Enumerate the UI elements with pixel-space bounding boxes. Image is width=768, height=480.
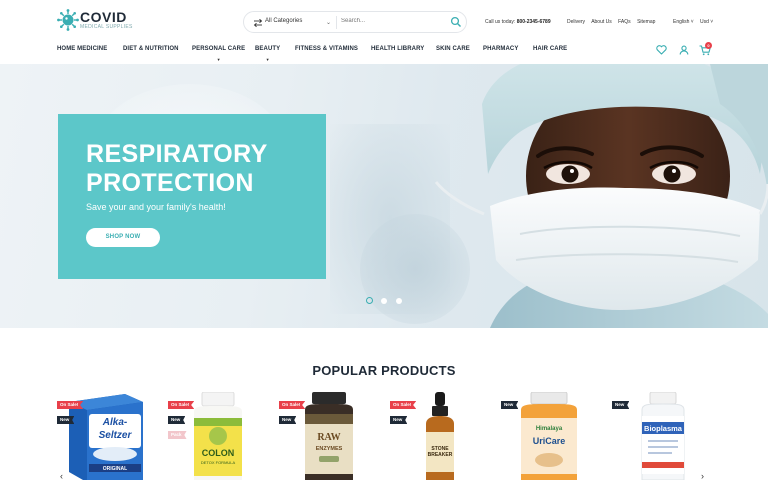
product-label-line: BREAKER: [428, 452, 453, 458]
product-label-line: COLON: [202, 448, 235, 458]
product-card[interactable]: Himalaya UriCare New: [501, 392, 591, 480]
logo[interactable]: COVID MEDICAL SUPPLIES: [57, 8, 137, 32]
product-label-line: ENZYMES: [316, 446, 343, 452]
product-image: Himalaya UriCare: [521, 392, 577, 480]
language-select[interactable]: English ˅: [673, 19, 694, 25]
product-label-line: Bioplasma: [644, 424, 683, 433]
nav-label: FITNESS & VITAMINS: [295, 46, 359, 52]
nav-personal-care[interactable]: PERSONAL CARE ▼: [192, 46, 246, 62]
badge-new: New: [501, 401, 519, 409]
virus-logo-icon: [57, 9, 79, 31]
product-card[interactable]: RAW ENZYMES On Sale! New: [279, 392, 369, 480]
slider-pagination: [366, 297, 406, 305]
top-links: Delivery About Us FAQs Sitemap: [567, 19, 660, 25]
nav-fitness-vitamins[interactable]: FITNESS & VITAMINS: [295, 46, 358, 52]
product-card[interactable]: STONE BREAKER On Sale! New: [390, 392, 480, 480]
search-divider: [336, 16, 337, 29]
slider-dot[interactable]: [366, 297, 373, 304]
top-link-about[interactable]: About Us: [591, 19, 612, 25]
product-label-line: Alka-: [102, 417, 128, 428]
cart-count-badge: 0: [705, 42, 712, 49]
nav-label: DIET & NUTRITION: [123, 46, 179, 52]
section-title: POPULAR PRODUCTS: [312, 363, 456, 378]
badge-on-sale: On Sale!: [390, 401, 417, 409]
currency-select[interactable]: Usd ˅: [700, 19, 713, 25]
call-number[interactable]: 800-2345-6789: [517, 19, 551, 25]
nav-beauty[interactable]: BEAUTY ▼: [255, 46, 281, 62]
product-label-line: ORIGINAL: [103, 466, 127, 472]
logo-title: COVID: [80, 9, 127, 25]
product-image: Bioplasma: [641, 392, 685, 480]
product-image: STONE BREAKER: [426, 392, 454, 480]
top-link-delivery[interactable]: Delivery: [567, 19, 585, 25]
product-label-line: DETOX FORMULA: [201, 460, 236, 465]
product-card[interactable]: COLON DETOX FORMULA On Sale! New Pack: [168, 392, 258, 480]
caret-down-icon: ▼: [265, 57, 270, 62]
nav-diet-nutrition[interactable]: DIET & NUTRITION: [123, 46, 179, 52]
chevron-down-icon: ˅: [710, 19, 714, 25]
badge-new: New: [168, 416, 186, 424]
header: COVID MEDICAL SUPPLIES All Categories ⌄ …: [0, 0, 768, 40]
hero-title: RESPIRATORY PROTECTION: [86, 140, 268, 198]
badge-new: New: [390, 416, 408, 424]
slider-dot[interactable]: [381, 298, 387, 304]
nav-health-library[interactable]: HEALTH LIBRARY: [371, 46, 424, 52]
category-select[interactable]: All Categories: [265, 18, 302, 24]
caret-down-icon: ▼: [216, 57, 221, 62]
hero-title-line: RESPIRATORY: [86, 140, 268, 168]
chevron-down-icon: ˅: [690, 19, 694, 25]
top-link-faqs[interactable]: FAQs: [618, 19, 631, 25]
nav-label: HEALTH LIBRARY: [371, 46, 425, 52]
top-link-sitemap[interactable]: Sitemap: [637, 19, 655, 25]
search-bar: All Categories ⌄: [243, 11, 467, 33]
product-label-line: Seltzer: [99, 430, 133, 441]
carousel-prev-icon[interactable]: ‹: [60, 472, 68, 480]
badge-pack: Pack: [168, 431, 187, 439]
nav-hair-care[interactable]: HAIR CARE: [533, 46, 567, 52]
search-icon[interactable]: [450, 16, 462, 28]
slider-dot[interactable]: [396, 298, 402, 304]
user-icon[interactable]: [679, 45, 689, 55]
currency-value: Usd: [700, 19, 709, 25]
swap-icon: [253, 18, 263, 28]
search-input[interactable]: [341, 18, 441, 24]
chevron-down-icon: ⌄: [326, 20, 332, 26]
page: COVID MEDICAL SUPPLIES All Categories ⌄ …: [0, 0, 768, 480]
heart-icon[interactable]: [656, 45, 667, 55]
badge-on-sale: On Sale!: [57, 401, 84, 409]
badge-new: New: [612, 401, 630, 409]
nav-label: HAIR CARE: [533, 46, 568, 52]
hero-promo-panel: RESPIRATORY PROTECTION Save your and you…: [58, 114, 326, 279]
nav-label: BEAUTY: [255, 46, 281, 52]
nav-label: SKIN CARE: [436, 46, 470, 52]
hero-slider: RESPIRATORY PROTECTION Save your and you…: [0, 64, 768, 328]
nav-label: PHARMACY: [483, 46, 519, 52]
product-card[interactable]: Bioplasma New: [612, 392, 702, 480]
badge-on-sale: On Sale!: [279, 401, 306, 409]
hero-title-line: PROTECTION: [86, 169, 254, 197]
hero-image-nurse: [434, 64, 768, 328]
product-label-line: RAW: [317, 432, 340, 443]
hero-subtitle: Save your and your family's health!: [86, 202, 226, 212]
logo-tagline: MEDICAL SUPPLIES: [80, 24, 133, 30]
nav-home-medicine[interactable]: HOME MEDICINE: [57, 46, 107, 52]
language-value: English: [673, 19, 690, 25]
badge-new: New: [279, 416, 297, 424]
badge-on-sale: On Sale!: [168, 401, 195, 409]
product-image: RAW ENZYMES: [305, 392, 353, 480]
product-card[interactable]: ORIGINAL Alka- Seltzer On Sale! New: [57, 392, 147, 480]
badge-new: New: [57, 416, 75, 424]
product-image: COLON DETOX FORMULA: [194, 392, 242, 480]
call-label: Call us today:: [485, 19, 516, 25]
nav-skin-care[interactable]: SKIN CARE: [436, 46, 470, 52]
nav-label: HOME MEDICINE: [57, 46, 108, 52]
call-info: Call us today: 800-2345-6789: [485, 19, 551, 25]
nav-label: PERSONAL CARE: [192, 46, 246, 52]
product-label-line: Himalaya: [536, 426, 563, 432]
carousel-next-icon[interactable]: ›: [701, 472, 709, 480]
shop-now-button[interactable]: SHOP NOW: [86, 228, 160, 247]
product-label-line: UriCare: [533, 436, 566, 446]
nav-pharmacy[interactable]: PHARMACY: [483, 46, 518, 52]
